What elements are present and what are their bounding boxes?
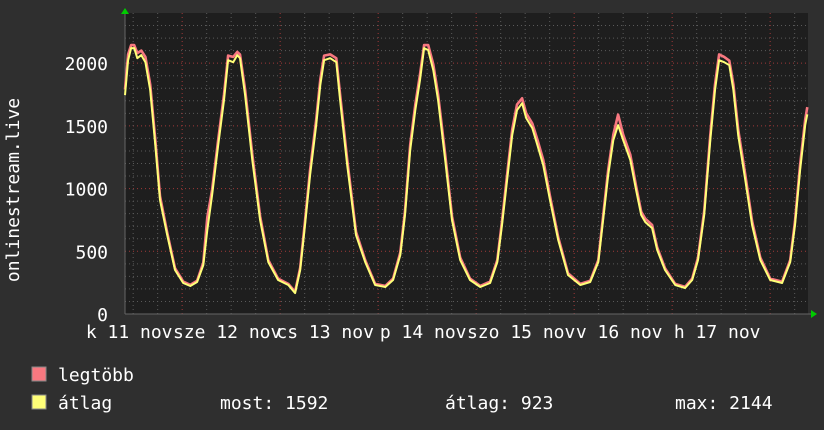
x-tick-label: sze 12 nov: [173, 322, 281, 343]
x-axis-ticks: k 11 nov sze 12 novcs 13 nov p 14 nov szo 1…: [86, 322, 761, 343]
y-axis-label: onlinestream.live: [3, 98, 24, 282]
stat-most: most: 1592: [220, 393, 328, 414]
x-tick-label: p 14 nov: [380, 322, 467, 343]
chart: 0500100015002000 k 11 nov sze 12 novcs 13…: [3, 8, 817, 414]
y-axis-ticks: 0500100015002000: [65, 54, 108, 326]
legend-swatch-avg: [31, 394, 47, 410]
legend-swatch-max: [31, 366, 47, 382]
legend-label-avg: átlag: [58, 393, 112, 414]
stat-max: max: 2144: [675, 393, 773, 414]
x-tick-label: k 11 nov: [86, 322, 173, 343]
y-tick-label: 1000: [65, 180, 108, 201]
y-axis-arrow-icon: [121, 8, 129, 14]
x-axis-arrow-icon: [811, 310, 817, 318]
y-tick-label: 500: [75, 242, 108, 263]
x-tick-label: v 16 nov: [576, 322, 663, 343]
x-tick-label: cs 13 nov: [276, 322, 374, 343]
x-tick-label: h 17 nov: [674, 322, 761, 343]
x-tick-label: szo 15 nov: [467, 322, 575, 343]
y-tick-label: 2000: [65, 54, 108, 75]
stat-avg: átlag: 923: [445, 393, 553, 414]
legend-label-max: legtöbb: [58, 365, 134, 386]
y-tick-label: 1500: [65, 117, 108, 138]
